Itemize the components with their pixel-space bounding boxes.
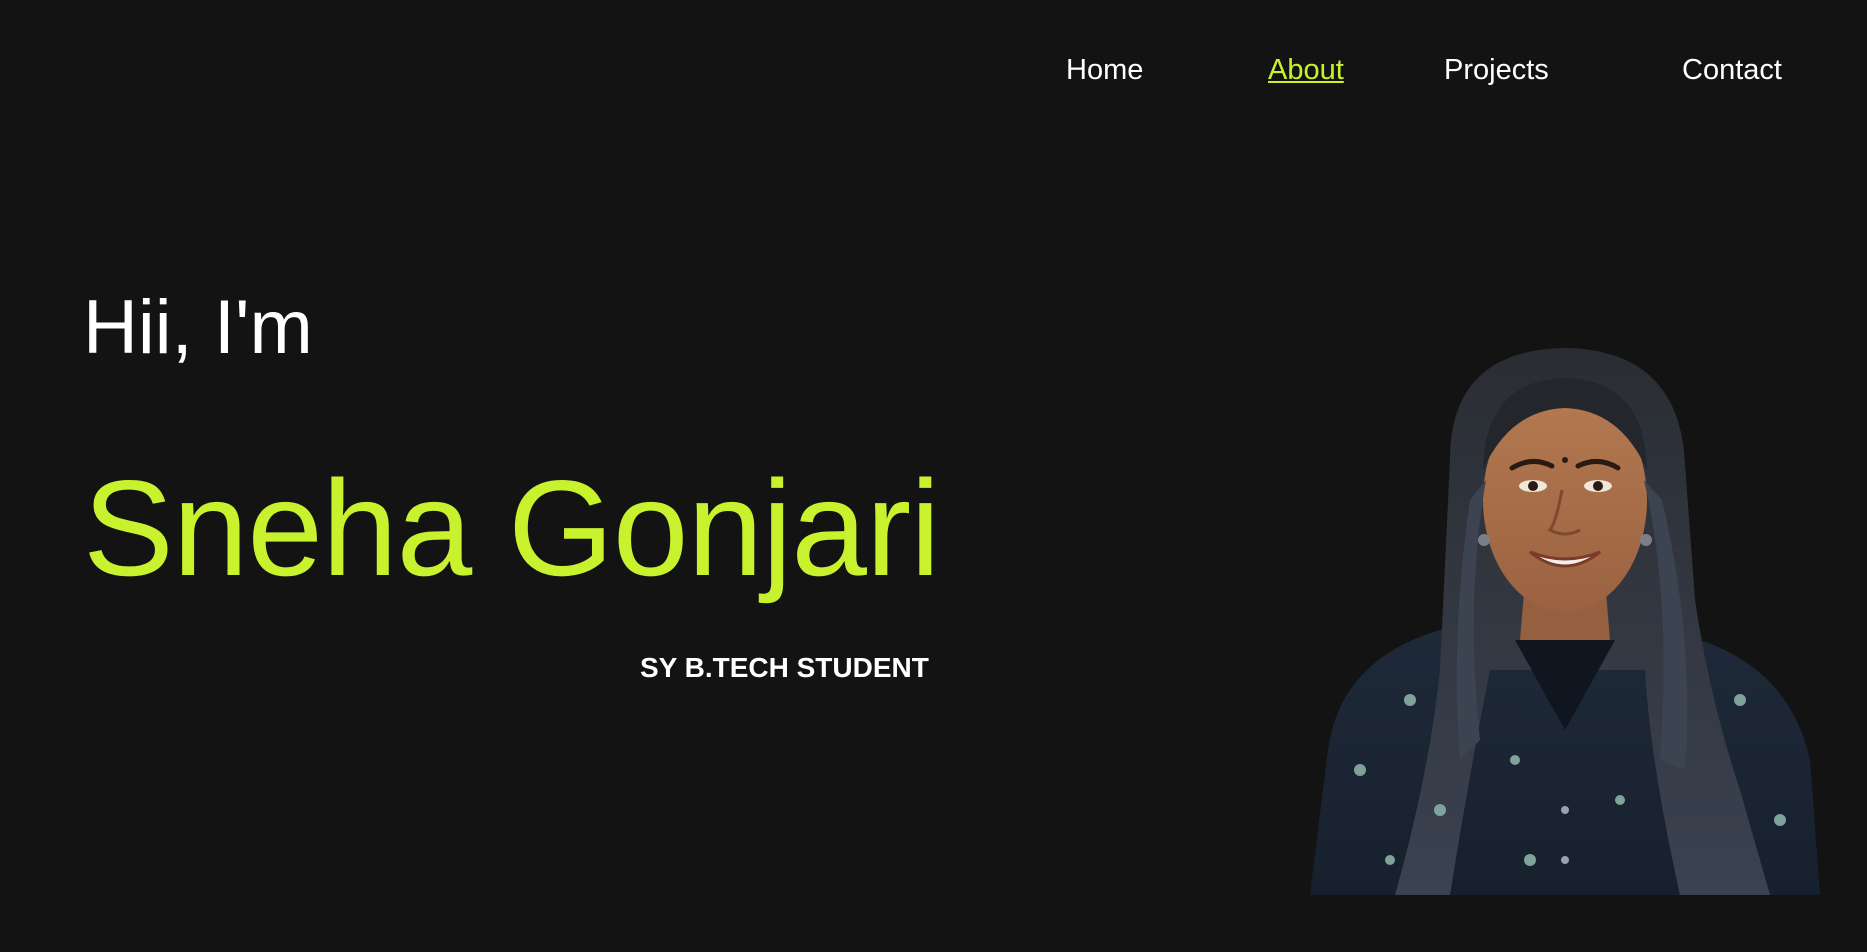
hero-greeting: Hii, I'm bbox=[83, 285, 313, 370]
nav-contact-link[interactable]: Contact bbox=[1682, 54, 1782, 87]
profile-photo bbox=[1310, 348, 1820, 895]
hero-name: Sneha Gonjari bbox=[83, 452, 940, 604]
page: Home About Projects Contact Hii, I'm Sne… bbox=[0, 0, 1867, 952]
hero-role: SY B.TECH STUDENT bbox=[640, 652, 929, 683]
nav-about-link[interactable]: About bbox=[1268, 54, 1344, 87]
nav-home-link[interactable]: Home bbox=[1066, 54, 1143, 87]
nav-projects-link[interactable]: Projects bbox=[1444, 54, 1549, 87]
